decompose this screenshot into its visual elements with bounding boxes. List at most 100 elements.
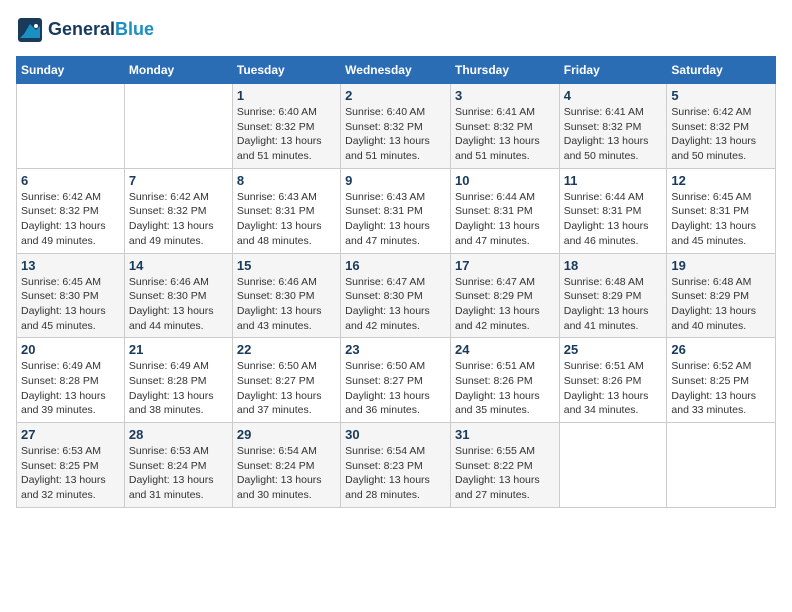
calendar-cell: 12Sunrise: 6:45 AM Sunset: 8:31 PM Dayli… — [667, 168, 776, 253]
day-info: Sunrise: 6:41 AM Sunset: 8:32 PM Dayligh… — [564, 105, 663, 164]
calendar-cell: 15Sunrise: 6:46 AM Sunset: 8:30 PM Dayli… — [232, 253, 340, 338]
day-number: 20 — [21, 342, 120, 357]
calendar-cell — [17, 84, 125, 169]
day-number: 1 — [237, 88, 336, 103]
day-info: Sunrise: 6:46 AM Sunset: 8:30 PM Dayligh… — [237, 275, 336, 334]
calendar-cell: 17 Sunrise: 6:47 AM Sunset: 8:29 PM Dayli… — [450, 253, 559, 338]
calendar-cell: 7 Sunrise: 6:42 AM Sunset: 8:32 PM Daylig… — [124, 168, 232, 253]
calendar-cell: 28 Sunrise: 6:53 AM Sunset: 8:24 PM Dayli… — [124, 423, 232, 508]
day-number: 21 — [129, 342, 228, 357]
day-number: 7 — [129, 173, 228, 188]
day-info: Sunrise: 6:51 AM Sunset: 8:26 PM Dayligh… — [455, 359, 555, 418]
calendar-cell: 22 Sunrise: 6:50 AM Sunset: 8:27 PM Dayli… — [232, 338, 340, 423]
day-number: 5 — [671, 88, 771, 103]
calendar-week-row: 20 Sunrise: 6:49 AM Sunset: 8:28 PM Dayli… — [17, 338, 776, 423]
calendar-week-row: 1 Sunrise: 6:40 AM Sunset: 8:32 PM Daylig… — [17, 84, 776, 169]
day-info: Sunrise: 6:54 AM Sunset: 8:24 PM Dayligh… — [237, 444, 336, 503]
calendar-cell: 30 Sunrise: 6:54 AM Sunset: 8:23 PM Dayli… — [341, 423, 451, 508]
calendar-cell: 21 Sunrise: 6:49 AM Sunset: 8:28 PM Dayli… — [124, 338, 232, 423]
day-number: 28 — [129, 427, 228, 442]
weekday-header: Sunday — [17, 57, 125, 84]
day-number: 11 — [564, 173, 663, 188]
calendar-cell — [667, 423, 776, 508]
calendar-cell: 2 Sunrise: 6:40 AM Sunset: 8:32 PM Daylig… — [341, 84, 451, 169]
calendar-cell: 14 Sunrise: 6:46 AM Sunset: 8:30 PM Dayli… — [124, 253, 232, 338]
weekday-header: Wednesday — [341, 57, 451, 84]
day-info: Sunrise: 6:40 AM Sunset: 8:32 PM Dayligh… — [237, 105, 336, 164]
day-info: Sunrise: 6:44 AM Sunset: 8:31 PM Dayligh… — [564, 190, 663, 249]
logo-text: GeneralBlue — [48, 20, 154, 40]
weekday-header: Saturday — [667, 57, 776, 84]
day-number: 2 — [345, 88, 446, 103]
day-number: 27 — [21, 427, 120, 442]
day-info: Sunrise: 6:47 AM Sunset: 8:30 PM Dayligh… — [345, 275, 446, 334]
day-info: Sunrise: 6:42 AM Sunset: 8:32 PM Dayligh… — [21, 190, 120, 249]
day-number: 22 — [237, 342, 336, 357]
day-number: 16 — [345, 258, 446, 273]
calendar-cell: 4 Sunrise: 6:41 AM Sunset: 8:32 PM Daylig… — [559, 84, 667, 169]
calendar-cell: 19 Sunrise: 6:48 AM Sunset: 8:29 PM Dayli… — [667, 253, 776, 338]
calendar-cell: 1 Sunrise: 6:40 AM Sunset: 8:32 PM Daylig… — [232, 84, 340, 169]
day-number: 3 — [455, 88, 555, 103]
calendar-cell: 26 Sunrise: 6:52 AM Sunset: 8:25 PM Dayli… — [667, 338, 776, 423]
day-info: Sunrise: 6:55 AM Sunset: 8:22 PM Dayligh… — [455, 444, 555, 503]
day-info: Sunrise: 6:53 AM Sunset: 8:24 PM Dayligh… — [129, 444, 228, 503]
calendar-cell: 8 Sunrise: 6:43 AM Sunset: 8:31 PM Daylig… — [232, 168, 340, 253]
day-number: 29 — [237, 427, 336, 442]
calendar-week-row: 6 Sunrise: 6:42 AM Sunset: 8:32 PM Daylig… — [17, 168, 776, 253]
day-number: 19 — [671, 258, 771, 273]
calendar-cell: 18 Sunrise: 6:48 AM Sunset: 8:29 PM Dayli… — [559, 253, 667, 338]
calendar-cell: 27Sunrise: 6:53 AM Sunset: 8:25 PM Dayli… — [17, 423, 125, 508]
day-info: Sunrise: 6:43 AM Sunset: 8:31 PM Dayligh… — [345, 190, 446, 249]
calendar-cell: 20 Sunrise: 6:49 AM Sunset: 8:28 PM Dayli… — [17, 338, 125, 423]
day-number: 18 — [564, 258, 663, 273]
calendar-cell: 23Sunrise: 6:50 AM Sunset: 8:27 PM Dayli… — [341, 338, 451, 423]
day-number: 26 — [671, 342, 771, 357]
day-number: 10 — [455, 173, 555, 188]
calendar-cell — [559, 423, 667, 508]
weekday-header: Friday — [559, 57, 667, 84]
day-number: 25 — [564, 342, 663, 357]
day-info: Sunrise: 6:40 AM Sunset: 8:32 PM Dayligh… — [345, 105, 446, 164]
calendar-cell: 13Sunrise: 6:45 AM Sunset: 8:30 PM Dayli… — [17, 253, 125, 338]
day-info: Sunrise: 6:43 AM Sunset: 8:31 PM Dayligh… — [237, 190, 336, 249]
calendar-cell: 11 Sunrise: 6:44 AM Sunset: 8:31 PM Dayli… — [559, 168, 667, 253]
day-info: Sunrise: 6:49 AM Sunset: 8:28 PM Dayligh… — [129, 359, 228, 418]
day-info: Sunrise: 6:48 AM Sunset: 8:29 PM Dayligh… — [564, 275, 663, 334]
page-header: GeneralBlue — [16, 16, 776, 44]
day-number: 9 — [345, 173, 446, 188]
day-info: Sunrise: 6:54 AM Sunset: 8:23 PM Dayligh… — [345, 444, 446, 503]
calendar-cell: 5 Sunrise: 6:42 AM Sunset: 8:32 PM Daylig… — [667, 84, 776, 169]
day-number: 17 — [455, 258, 555, 273]
day-number: 6 — [21, 173, 120, 188]
calendar-week-row: 13Sunrise: 6:45 AM Sunset: 8:30 PM Dayli… — [17, 253, 776, 338]
day-number: 4 — [564, 88, 663, 103]
logo: GeneralBlue — [16, 16, 154, 44]
day-number: 8 — [237, 173, 336, 188]
weekday-header-row: SundayMondayTuesdayWednesdayThursdayFrid… — [17, 57, 776, 84]
day-info: Sunrise: 6:42 AM Sunset: 8:32 PM Dayligh… — [129, 190, 228, 249]
day-number: 31 — [455, 427, 555, 442]
day-info: Sunrise: 6:46 AM Sunset: 8:30 PM Dayligh… — [129, 275, 228, 334]
calendar-cell: 25Sunrise: 6:51 AM Sunset: 8:26 PM Dayli… — [559, 338, 667, 423]
day-info: Sunrise: 6:45 AM Sunset: 8:31 PM Dayligh… — [671, 190, 771, 249]
day-info: Sunrise: 6:44 AM Sunset: 8:31 PM Dayligh… — [455, 190, 555, 249]
calendar-cell: 16 Sunrise: 6:47 AM Sunset: 8:30 PM Dayli… — [341, 253, 451, 338]
day-number: 13 — [21, 258, 120, 273]
day-number: 30 — [345, 427, 446, 442]
day-info: Sunrise: 6:48 AM Sunset: 8:29 PM Dayligh… — [671, 275, 771, 334]
calendar-cell: 29 Sunrise: 6:54 AM Sunset: 8:24 PM Dayli… — [232, 423, 340, 508]
calendar-table: SundayMondayTuesdayWednesdayThursdayFrid… — [16, 56, 776, 508]
day-info: Sunrise: 6:50 AM Sunset: 8:27 PM Dayligh… — [237, 359, 336, 418]
day-info: Sunrise: 6:42 AM Sunset: 8:32 PM Dayligh… — [671, 105, 771, 164]
day-info: Sunrise: 6:52 AM Sunset: 8:25 PM Dayligh… — [671, 359, 771, 418]
logo-icon — [16, 16, 44, 44]
day-info: Sunrise: 6:47 AM Sunset: 8:29 PM Dayligh… — [455, 275, 555, 334]
day-number: 14 — [129, 258, 228, 273]
day-info: Sunrise: 6:41 AM Sunset: 8:32 PM Dayligh… — [455, 105, 555, 164]
weekday-header: Tuesday — [232, 57, 340, 84]
calendar-cell — [124, 84, 232, 169]
day-number: 23 — [345, 342, 446, 357]
weekday-header: Monday — [124, 57, 232, 84]
day-info: Sunrise: 6:49 AM Sunset: 8:28 PM Dayligh… — [21, 359, 120, 418]
